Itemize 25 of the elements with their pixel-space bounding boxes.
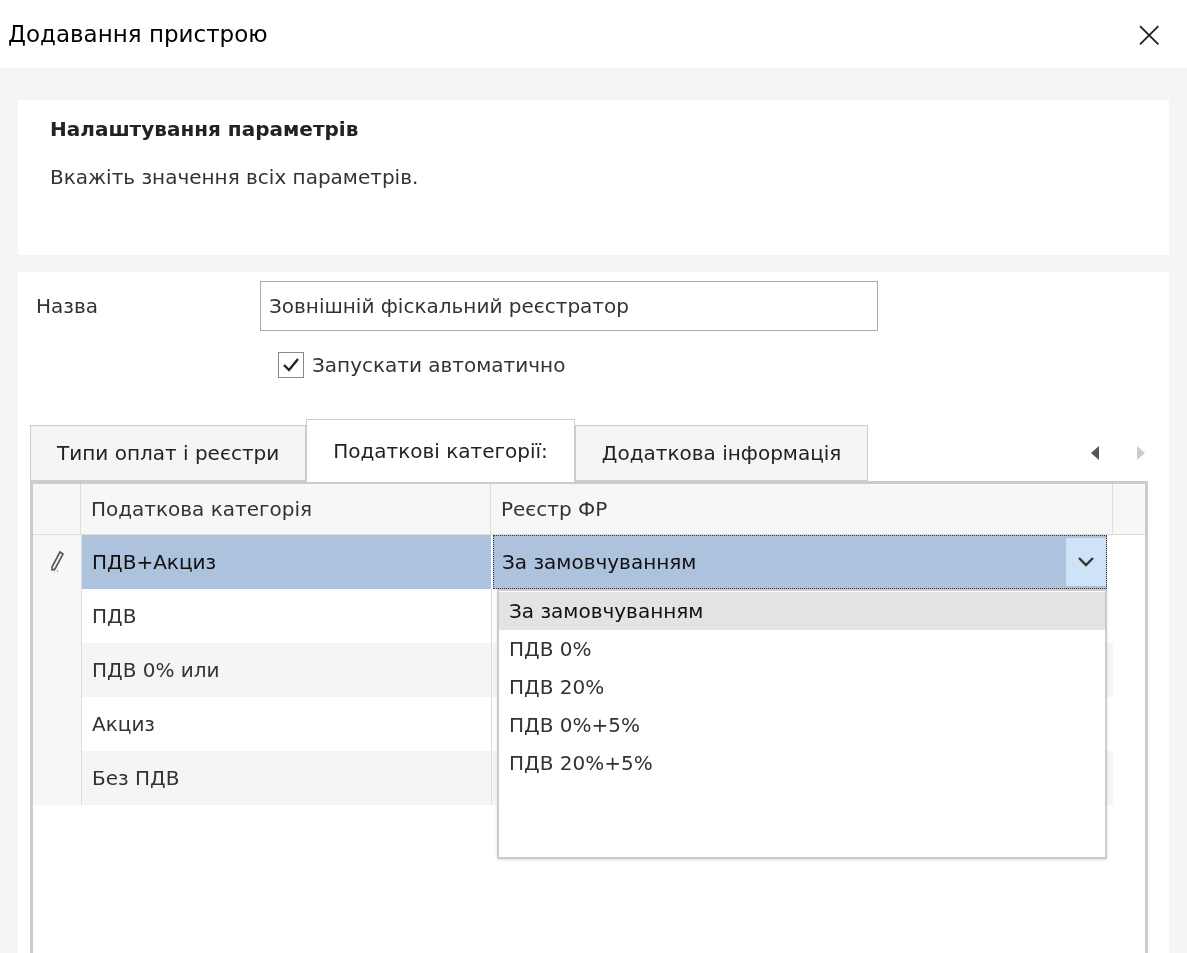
table-cell[interactable]: ПДВ 0% или: [81, 643, 491, 697]
dropdown-option[interactable]: ПДВ 0%: [499, 630, 1105, 668]
tab[interactable]: Податкові категорії:: [306, 419, 575, 482]
dropdown-option[interactable]: ПДВ 0%+5%: [499, 706, 1105, 744]
dropdown-option[interactable]: ПДВ 20%+5%: [499, 744, 1105, 782]
section-title: Налаштування параметрів: [50, 116, 360, 143]
column-header[interactable]: Податкова категорія: [81, 484, 491, 534]
chevron-down-icon[interactable]: [1066, 538, 1106, 586]
close-button[interactable]: ×: [1129, 15, 1169, 53]
column-header[interactable]: Реєстр ФР: [491, 484, 1113, 534]
table-cell[interactable]: Без ПДВ: [81, 751, 491, 805]
tab[interactable]: Типи оплат і реєстри: [30, 425, 307, 481]
field-label: Назва: [36, 293, 99, 320]
scroll-left-icon[interactable]: [1091, 446, 1099, 460]
section-subtitle: Вкажіть значення всіх параметрів.: [50, 164, 420, 191]
register-combobox[interactable]: За замовчуванням: [493, 535, 1107, 589]
window-title: Додавання пристрою: [8, 19, 268, 49]
table-cell[interactable]: ПДВ+Акциз: [81, 535, 491, 589]
name-field[interactable]: Зовнішній фіскальний реєстратор: [260, 281, 878, 331]
dropdown-option[interactable]: ПДВ 20%: [499, 668, 1105, 706]
tab[interactable]: Додаткова інформація: [574, 425, 869, 481]
checkbox-label: Запускати автоматично: [312, 352, 566, 379]
dropdown-option[interactable]: За замовчуванням: [499, 592, 1105, 630]
row-indicator[interactable]: [33, 535, 81, 589]
autostart-checkbox[interactable]: [278, 352, 304, 378]
